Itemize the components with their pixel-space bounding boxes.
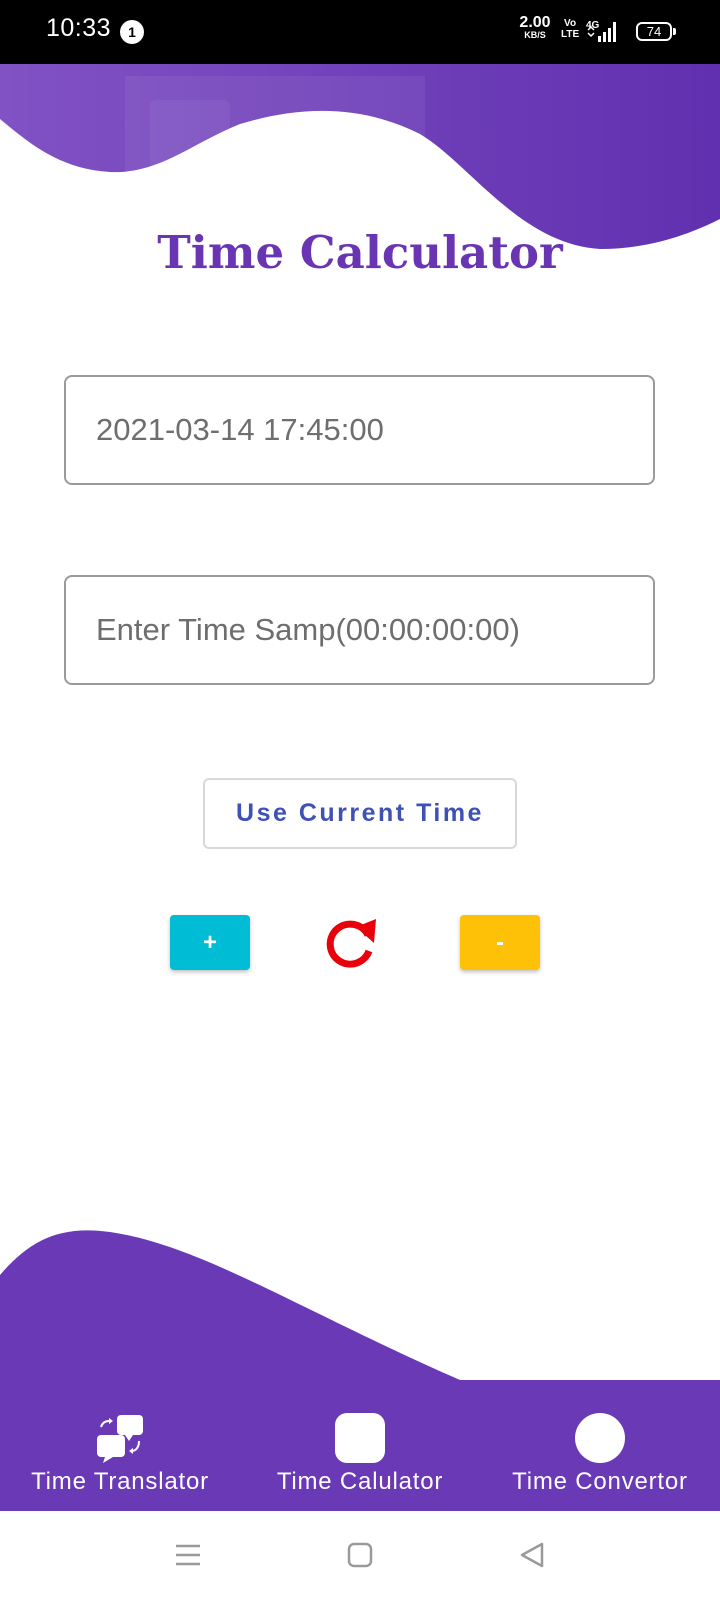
subtract-time-button[interactable]: -	[460, 915, 540, 970]
use-current-time-button[interactable]: Use Current Time	[203, 778, 517, 849]
nav-label-time-translator: Time Translator	[31, 1468, 209, 1495]
time-stamp-field[interactable]	[64, 575, 655, 685]
circle-icon	[575, 1413, 625, 1463]
volte-bottom-text: LTE	[561, 29, 580, 40]
system-navigation-bar	[0, 1511, 720, 1600]
chat-swap-icon	[97, 1415, 143, 1463]
nav-label-time-calculator: Time Calulator	[276, 1468, 444, 1495]
nav-item-time-calculator[interactable]: Time Calulator	[240, 1398, 480, 1511]
volte-indicator: Vo LTE	[561, 18, 579, 40]
notification-badge: 1	[120, 20, 144, 44]
bottom-wave-decoration	[0, 1230, 720, 1400]
nav-label-time-convertor: Time Convertor	[512, 1468, 688, 1495]
signal-icon: 4G	[586, 20, 616, 42]
nav-item-time-convertor[interactable]: Time Convertor	[480, 1398, 720, 1511]
status-bar: 10:33 1 2.00 KB/S Vo LTE 4G 74	[0, 0, 720, 64]
network-speed-value: 2.00	[519, 14, 551, 31]
page-title: Time Calculator	[157, 226, 563, 279]
battery-level: 74	[646, 24, 662, 39]
network-speed-unit: KB/S	[524, 30, 546, 40]
back-triangle-icon[interactable]	[512, 1535, 552, 1575]
home-square-icon[interactable]	[340, 1535, 380, 1575]
status-time: 10:33	[46, 14, 112, 42]
square-icon	[335, 1413, 385, 1463]
nav-item-time-translator[interactable]: Time Translator	[0, 1398, 240, 1511]
refresh-icon[interactable]	[320, 913, 380, 973]
volte-top-text: Vo	[564, 18, 577, 29]
network-speed: 2.00 KB/S	[518, 15, 552, 40]
add-time-button[interactable]: +	[170, 915, 250, 970]
bottom-navigation: Time Translator Time Calulator Time Conv…	[0, 1398, 720, 1511]
date-time-field[interactable]	[64, 375, 655, 485]
menu-icon[interactable]	[168, 1535, 208, 1575]
battery-icon: 74	[636, 22, 676, 41]
